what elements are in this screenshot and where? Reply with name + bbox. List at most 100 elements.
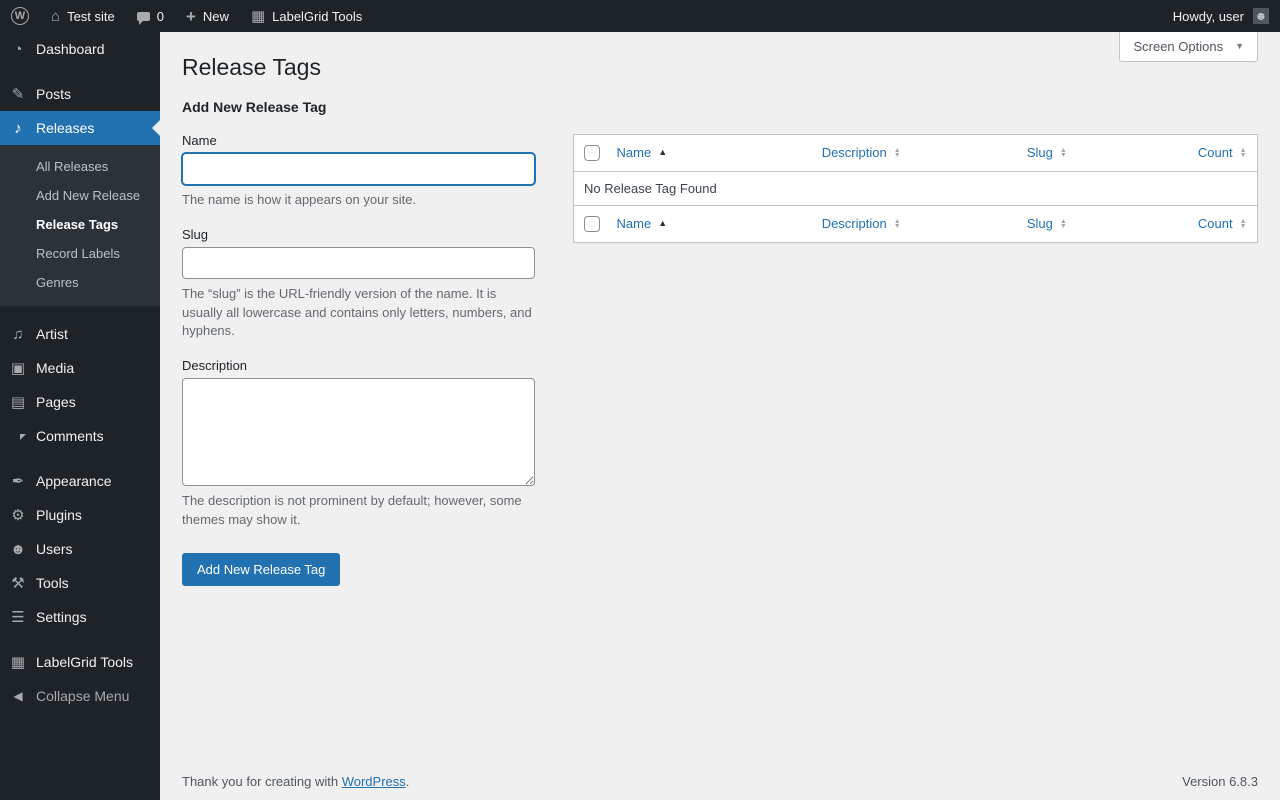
sidebar-item-tools[interactable]: ⚒ Tools <box>0 566 160 600</box>
sort-ascending-icon: ▲ <box>658 219 667 228</box>
select-all-checkbox[interactable] <box>584 145 600 161</box>
column-label: Description <box>822 145 887 160</box>
labelgrid-tools-menu[interactable]: ▦ LabelGrid Tools <box>240 0 373 32</box>
check-column <box>574 205 607 242</box>
collapse-menu-button[interactable]: ◀ Collapse Menu <box>0 679 160 713</box>
add-tag-form: Add New Release Tag Name The name is how… <box>182 99 535 586</box>
screen-options-button[interactable]: Screen Options ▼ <box>1119 32 1258 62</box>
admin-footer: Thank you for creating with WordPress. V… <box>182 774 1258 789</box>
empty-row: No Release Tag Found <box>574 171 1258 205</box>
select-all-checkbox-footer[interactable] <box>584 216 600 232</box>
submenu-item-add-new-release[interactable]: Add New Release <box>0 181 160 210</box>
sort-by-count-link[interactable]: Count ▲▼ <box>1198 145 1247 160</box>
period-text: . <box>406 774 410 789</box>
release-tags-table: Name ▲ Description ▲▼ <box>573 134 1258 243</box>
thanks-text: Thank you for creating with <box>182 774 338 789</box>
content-area: Screen Options ▼ Release Tags Add New Re… <box>160 32 1280 800</box>
admin-bar: W ⌂ Test site 0 + New ▦ LabelGrid Tools … <box>0 0 1280 32</box>
sidebar-item-label: Releases <box>36 120 94 136</box>
releases-icon: ♪ <box>8 121 28 136</box>
settings-icon: ☰ <box>8 610 28 625</box>
check-column <box>574 134 607 171</box>
sort-icon: ▲▼ <box>1240 148 1247 158</box>
sort-by-count-link[interactable]: Count ▲▼ <box>1198 216 1247 231</box>
howdy-label: Howdy, user <box>1173 9 1244 24</box>
my-account-menu[interactable]: Howdy, user ☻ <box>1162 0 1280 32</box>
comments-menu[interactable]: 0 <box>126 0 175 32</box>
column-header-count: Count ▲▼ <box>1188 134 1258 171</box>
column-label: Count <box>1198 216 1233 231</box>
table-header-row: Name ▲ Description ▲▼ <box>574 134 1258 171</box>
sidebar-item-artist[interactable]: ♫ Artist <box>0 317 160 351</box>
menu-separator <box>0 66 160 77</box>
column-footer-description: Description ▲▼ <box>812 205 1017 242</box>
sidebar-item-appearance[interactable]: ✒ Appearance <box>0 464 160 498</box>
grid-icon: ▦ <box>251 9 265 24</box>
sidebar-item-label: Users <box>36 541 73 557</box>
tools-icon: ⚒ <box>8 576 28 591</box>
sort-by-description-link[interactable]: Description ▲▼ <box>822 145 901 160</box>
description-field-group: Description The description is not promi… <box>182 358 535 530</box>
collapse-arrow-icon: ◀ <box>8 690 28 702</box>
table-footer: Name ▲ Description ▲▼ <box>574 205 1258 242</box>
sidebar-item-media[interactable]: ▣ Media <box>0 351 160 385</box>
sidebar-item-releases[interactable]: ♪ Releases <box>0 111 160 145</box>
sidebar-item-labelgrid-tools[interactable]: ▦ LabelGrid Tools <box>0 645 160 679</box>
sort-by-description-link[interactable]: Description ▲▼ <box>822 216 901 231</box>
sidebar-item-label: Artist <box>36 326 68 342</box>
new-content-menu[interactable]: + New <box>175 0 240 32</box>
column-header-description: Description ▲▼ <box>812 134 1017 171</box>
sidebar-item-users[interactable]: ☻ Users <box>0 532 160 566</box>
admin-bar-right: Howdy, user ☻ <box>1162 0 1280 32</box>
name-field-group: Name The name is how it appears on your … <box>182 133 535 210</box>
sidebar-item-label: Settings <box>36 609 87 625</box>
plus-icon: + <box>186 8 196 25</box>
tags-list-column: Name ▲ Description ▲▼ <box>573 134 1258 586</box>
table-header: Name ▲ Description ▲▼ <box>574 134 1258 171</box>
menu-separator <box>0 634 160 645</box>
column-header-name: Name ▲ <box>607 134 812 171</box>
menu-separator <box>0 453 160 464</box>
users-icon: ☻ <box>8 542 28 557</box>
sidebar-item-label: Posts <box>36 86 71 102</box>
sort-icon: ▲▼ <box>894 148 901 158</box>
media-icon: ▣ <box>8 361 28 376</box>
submenu-item-release-tags[interactable]: Release Tags <box>0 210 160 239</box>
submenu-item-all-releases[interactable]: All Releases <box>0 152 160 181</box>
column-label: Name <box>617 216 652 231</box>
sort-icon: ▲▼ <box>894 219 901 229</box>
sidebar-item-plugins[interactable]: ⚙ Plugins <box>0 498 160 532</box>
menu-separator <box>0 306 160 317</box>
sidebar-item-comments[interactable]: Comments <box>0 419 160 453</box>
submenu-item-record-labels[interactable]: Record Labels <box>0 239 160 268</box>
site-name-menu[interactable]: ⌂ Test site <box>40 0 126 32</box>
sort-by-slug-link[interactable]: Slug ▲▼ <box>1027 216 1067 231</box>
name-label: Name <box>182 133 535 148</box>
sidebar-item-dashboard[interactable]: ◔ Dashboard <box>0 32 160 66</box>
headphones-icon: ♫ <box>8 327 28 342</box>
releases-submenu: All Releases Add New Release Release Tag… <box>0 145 160 306</box>
sidebar-item-label: Plugins <box>36 507 82 523</box>
description-textarea[interactable] <box>182 378 535 486</box>
sidebar-item-pages[interactable]: ▤ Pages <box>0 385 160 419</box>
sort-by-name-link[interactable]: Name ▲ <box>617 145 668 160</box>
wordpress-link[interactable]: WordPress <box>342 774 406 789</box>
admin-sidebar: ◔ Dashboard ✎ Posts ♪ Releases All Relea… <box>0 32 160 800</box>
home-icon: ⌂ <box>51 9 60 24</box>
add-new-release-tag-button[interactable]: Add New Release Tag <box>182 553 340 586</box>
sort-by-slug-link[interactable]: Slug ▲▼ <box>1027 145 1067 160</box>
sidebar-item-settings[interactable]: ☰ Settings <box>0 600 160 634</box>
sort-by-name-link[interactable]: Name ▲ <box>617 216 668 231</box>
name-input[interactable] <box>182 153 535 185</box>
slug-field-group: Slug The “slug” is the URL-friendly vers… <box>182 227 535 342</box>
submenu-item-genres[interactable]: Genres <box>0 268 160 297</box>
slug-input[interactable] <box>182 247 535 279</box>
pages-icon: ▤ <box>8 395 28 410</box>
screen-options-label: Screen Options <box>1133 39 1223 54</box>
wordpress-logo-menu[interactable]: W <box>0 0 40 32</box>
sidebar-item-posts[interactable]: ✎ Posts <box>0 77 160 111</box>
wordpress-icon: W <box>11 7 29 25</box>
collapse-menu-label: Collapse Menu <box>36 688 129 704</box>
site-name-label: Test site <box>67 9 115 24</box>
sidebar-item-label: Dashboard <box>36 41 105 57</box>
